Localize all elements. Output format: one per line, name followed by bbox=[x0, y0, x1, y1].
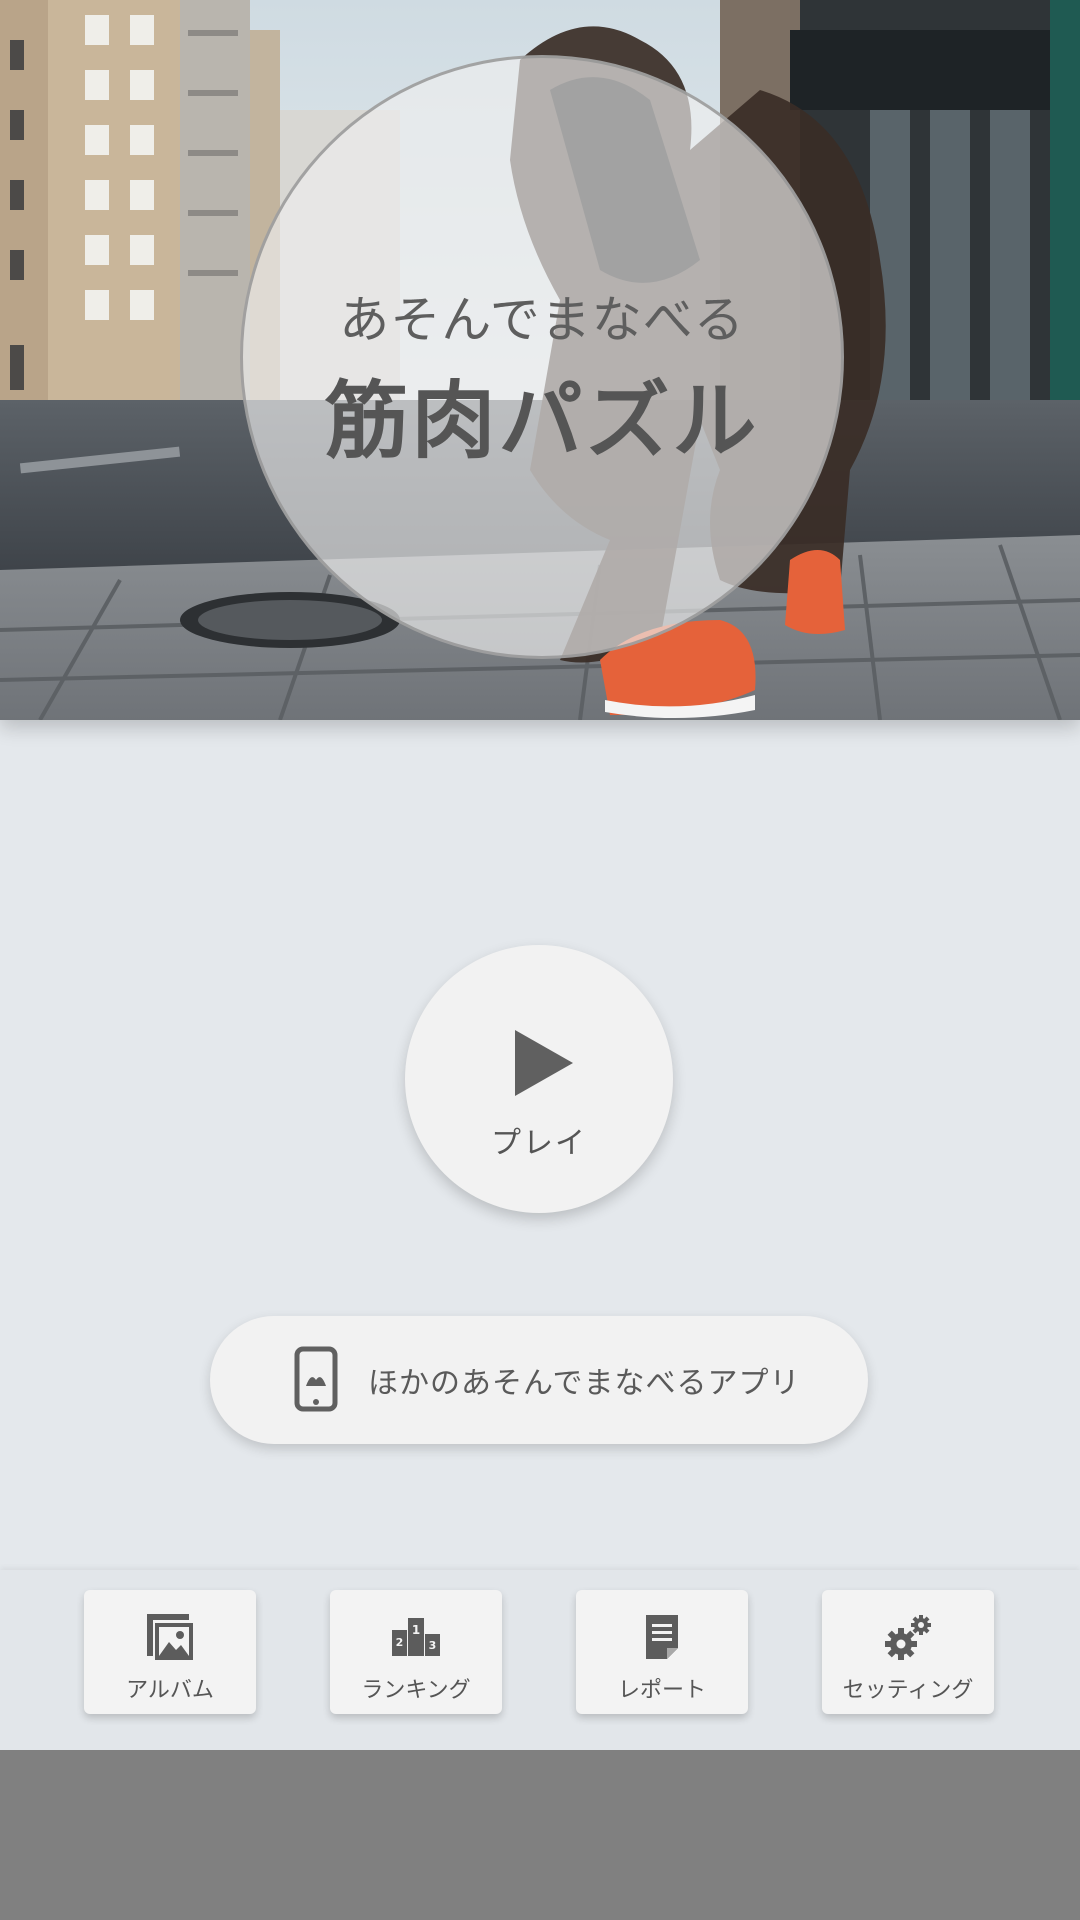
nav-report-label: レポート bbox=[617, 1678, 706, 1703]
svg-text:3: 3 bbox=[429, 1639, 437, 1652]
app-title: 筋肉パズル bbox=[324, 372, 760, 470]
play-label: プレイ bbox=[491, 1126, 587, 1161]
title-badge: あそんでまなべる 筋肉パズル bbox=[240, 55, 844, 659]
play-icon bbox=[515, 1030, 573, 1096]
nav-album-label: アルバム bbox=[126, 1678, 214, 1703]
svg-text:1: 1 bbox=[412, 1623, 420, 1637]
gears-icon bbox=[885, 1615, 931, 1660]
other-apps-label: ほかのあそんでまなべるアプリ bbox=[368, 1366, 801, 1401]
smartphone-icon bbox=[294, 1346, 338, 1412]
nav-settings-button[interactable]: セッティング bbox=[822, 1590, 994, 1714]
bottom-strip bbox=[0, 1750, 1080, 1920]
nav-album-button[interactable]: アルバム bbox=[84, 1590, 256, 1714]
bottom-nav: アルバム 1 2 3 ランキング レポート セッティング bbox=[0, 1570, 1080, 1750]
nav-settings-label: セッティング bbox=[842, 1678, 974, 1703]
other-apps-button[interactable]: ほかのあそんでまなべるアプリ bbox=[210, 1316, 868, 1444]
album-icon bbox=[147, 1614, 193, 1660]
report-icon bbox=[646, 1615, 678, 1659]
nav-report-button[interactable]: レポート bbox=[576, 1590, 748, 1714]
nav-ranking-label: ランキング bbox=[361, 1678, 471, 1703]
podium-icon: 1 2 3 bbox=[392, 1618, 440, 1656]
play-button[interactable]: プレイ bbox=[405, 945, 673, 1213]
hero-banner: あそんでまなべる 筋肉パズル bbox=[0, 0, 1080, 720]
nav-ranking-button[interactable]: 1 2 3 ランキング bbox=[330, 1590, 502, 1714]
svg-text:2: 2 bbox=[396, 1636, 404, 1649]
app-subtitle: あそんでまなべる bbox=[339, 291, 745, 349]
